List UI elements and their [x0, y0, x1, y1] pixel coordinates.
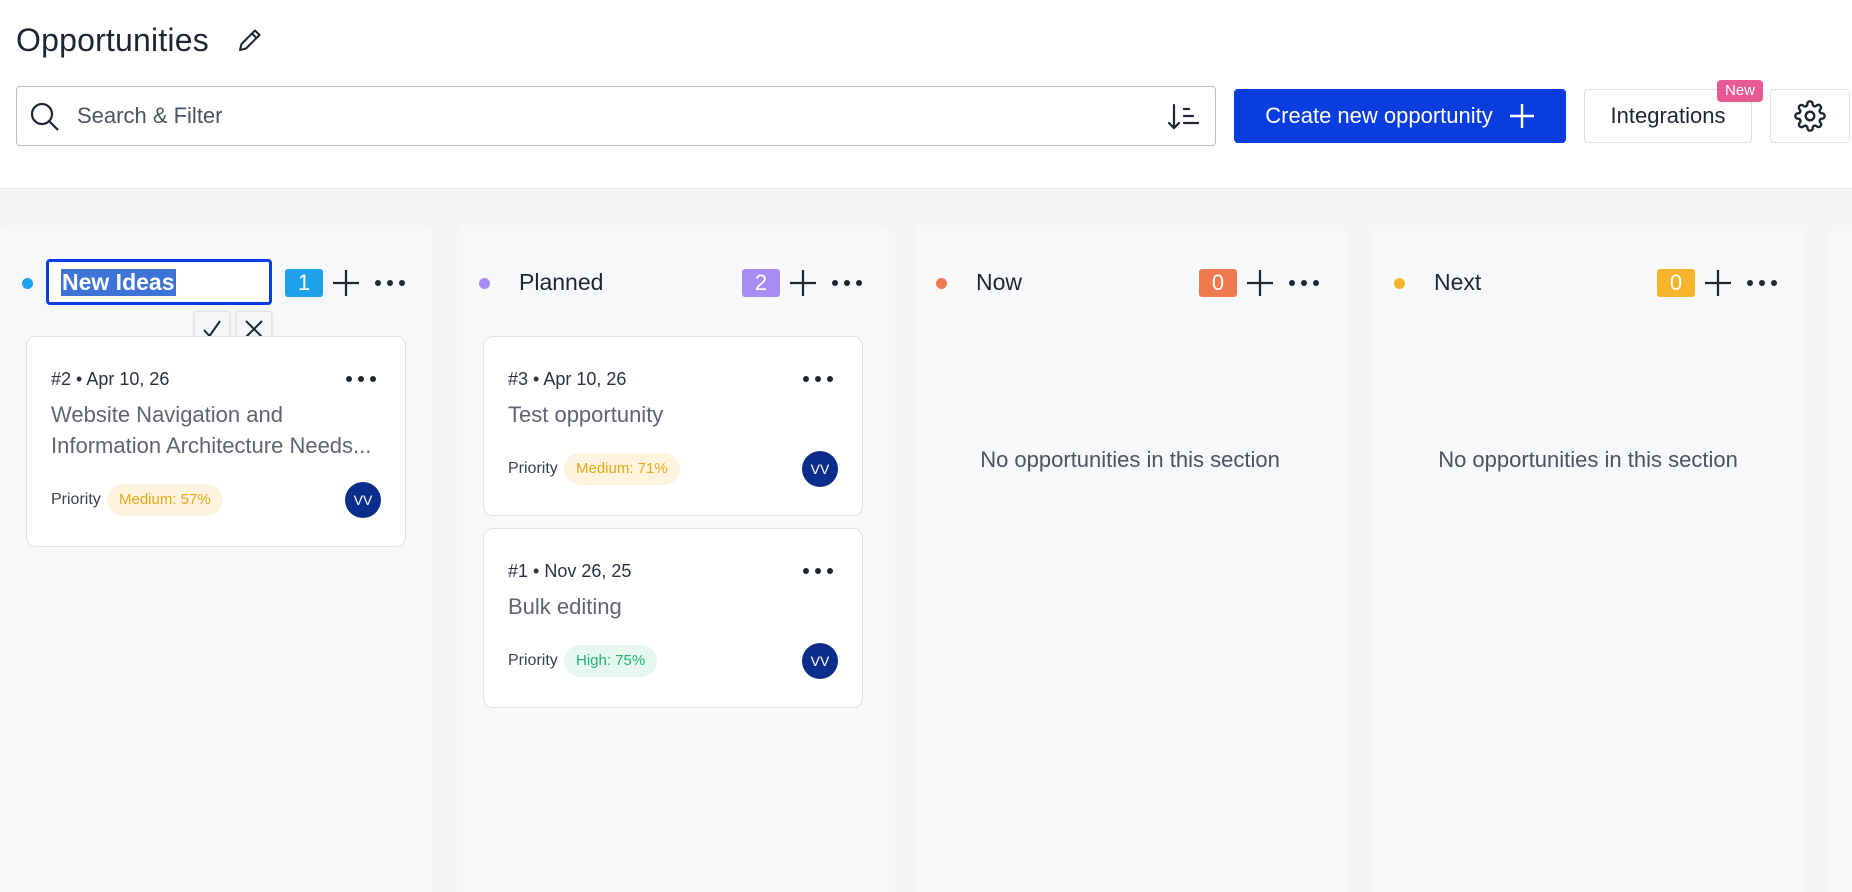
- card-title: Bulk editing: [508, 594, 622, 619]
- card-separator: •: [533, 369, 540, 389]
- column-header: Planned 2: [457, 225, 889, 315]
- priority-label: Priority: [508, 652, 558, 669]
- column-new-ideas: New Ideas 1 #2 • Apr 10, 26 Website Navi…: [0, 225, 432, 892]
- card-meta: #3 • Apr 10, 26: [508, 369, 626, 390]
- status-dot: [1394, 278, 1405, 289]
- card-more-icon[interactable]: [800, 559, 836, 583]
- plus-icon: [1509, 104, 1534, 128]
- avatar[interactable]: VV: [802, 643, 838, 679]
- priority-label: Priority: [51, 491, 101, 508]
- create-opportunity-label: Create new opportunity: [1265, 103, 1493, 128]
- edit-title-button[interactable]: [232, 22, 268, 58]
- priority-badge: Medium: 57%: [107, 484, 223, 516]
- card-date: Apr 10, 26: [543, 369, 627, 389]
- card-meta: #2 • Apr 10, 26: [51, 369, 169, 390]
- count-badge: 0: [1657, 269, 1695, 297]
- card-separator: •: [76, 369, 83, 389]
- card-date: Apr 10, 26: [86, 369, 170, 389]
- create-opportunity-button[interactable]: Create new opportunity: [1234, 89, 1566, 143]
- card-more-icon[interactable]: [343, 367, 379, 391]
- column-title[interactable]: Planned: [519, 269, 603, 296]
- empty-state-message: No opportunities in this section: [980, 447, 1280, 472]
- priority-label: Priority: [508, 460, 558, 477]
- column-planned: Planned 2 #3 • Apr 10, 26 Test opportuni…: [457, 225, 889, 892]
- column-partial: [1830, 225, 1852, 892]
- column-now: Now 0 No opportunities in this section: [914, 225, 1346, 892]
- page-title: Opportunities: [16, 22, 209, 58]
- card-title: Test opportunity: [508, 402, 664, 427]
- avatar[interactable]: VV: [345, 482, 381, 518]
- avatar[interactable]: VV: [802, 451, 838, 487]
- card-separator: •: [533, 561, 540, 581]
- add-icon[interactable]: [1244, 267, 1276, 299]
- card-more-icon[interactable]: [800, 367, 836, 391]
- column-header: Next 0: [1372, 225, 1804, 315]
- search-input[interactable]: [77, 97, 1157, 135]
- empty-state-message: No opportunities in this section: [1438, 447, 1738, 472]
- new-badge: New: [1717, 80, 1764, 102]
- more-icon[interactable]: [372, 267, 408, 299]
- count-badge: 1: [285, 269, 323, 297]
- opportunity-card[interactable]: #1 • Nov 26, 25 Bulk editing Priority Hi…: [483, 528, 863, 708]
- add-icon[interactable]: [787, 267, 819, 299]
- column-header: Now 0: [914, 225, 1346, 315]
- pencil-icon: [239, 29, 261, 51]
- column-header: New Ideas 1: [0, 225, 432, 347]
- status-dot: [22, 278, 33, 289]
- column-title[interactable]: Now: [976, 269, 1022, 296]
- opportunity-board: New Ideas 1 #2 • Apr 10, 26 Website Navi…: [0, 189, 1852, 892]
- count-badge: 2: [742, 269, 780, 297]
- status-dot: [936, 278, 947, 289]
- card-id: #2: [51, 369, 72, 389]
- priority-badge: High: 75%: [564, 645, 658, 677]
- search-filter-bar: [16, 86, 1216, 146]
- count-badge: 0: [1199, 269, 1237, 297]
- column-name-selected-text: New Ideas: [61, 269, 176, 296]
- opportunity-card[interactable]: #3 • Apr 10, 26 Test opportunity Priorit…: [483, 336, 863, 516]
- priority-badge: Medium: 71%: [564, 453, 680, 485]
- gear-icon: [1794, 100, 1826, 132]
- card-id: #1: [508, 561, 529, 581]
- add-icon[interactable]: [1702, 267, 1734, 299]
- card-meta: #1 • Nov 26, 25: [508, 561, 631, 582]
- add-icon[interactable]: [330, 267, 362, 299]
- column-title[interactable]: Next: [1434, 269, 1481, 296]
- status-dot: [479, 278, 490, 289]
- card-title: Website Navigation and Information Archi…: [51, 402, 372, 458]
- card-date: Nov 26, 25: [544, 561, 632, 581]
- column-next: Next 0 No opportunities in this section: [1372, 225, 1804, 892]
- opportunity-card[interactable]: #2 • Apr 10, 26 Website Navigation and I…: [26, 336, 406, 547]
- card-id: #3: [508, 369, 529, 389]
- search-icon: [30, 102, 59, 131]
- sort-icon[interactable]: [1167, 101, 1201, 133]
- column-name-input[interactable]: New Ideas: [46, 259, 272, 305]
- more-icon[interactable]: [1744, 267, 1780, 299]
- more-icon[interactable]: [829, 267, 865, 299]
- more-icon[interactable]: [1286, 267, 1322, 299]
- settings-button[interactable]: [1770, 89, 1850, 143]
